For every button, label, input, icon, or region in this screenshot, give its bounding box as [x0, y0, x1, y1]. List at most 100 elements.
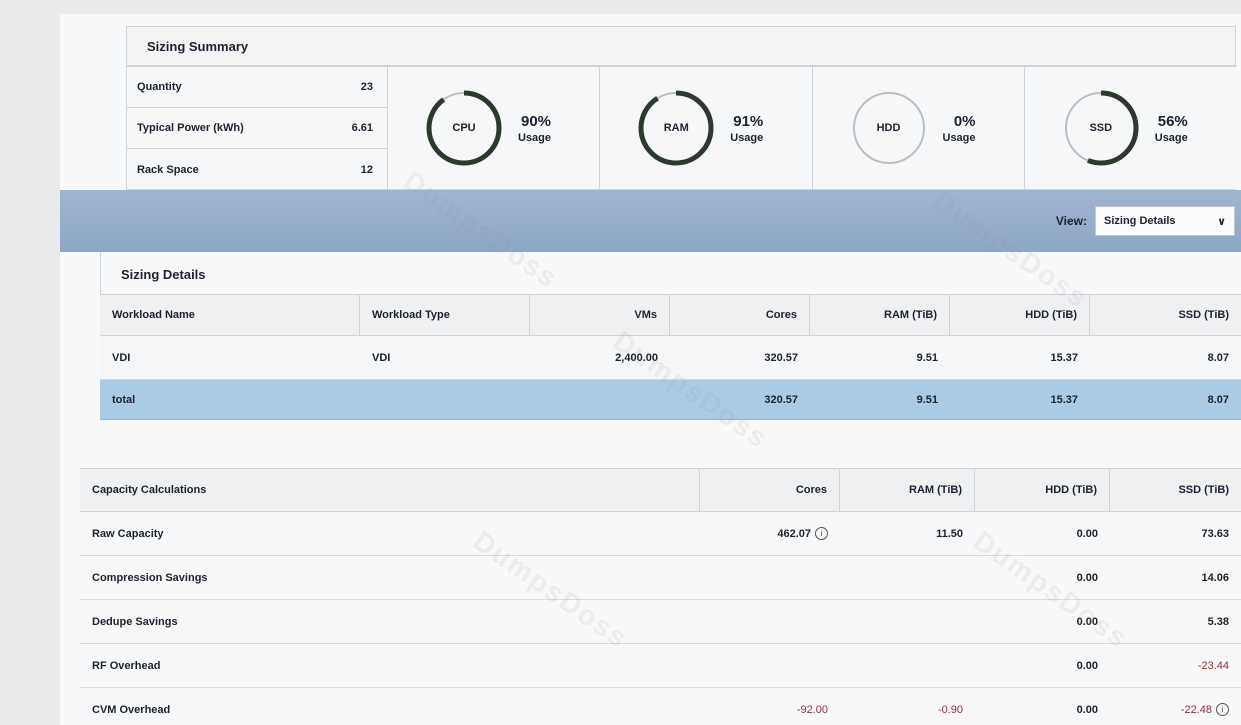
capacity-row-compression: Compression Savings 0.00 14.06	[80, 556, 1241, 600]
gauge-usage-label: Usage	[942, 131, 976, 144]
summary-stats: Quantity 23 Typical Power (kWh) 6.61 Rac…	[126, 66, 388, 190]
capacity-row-rf-overhead: RF Overhead 0.00 -23.44	[80, 644, 1241, 688]
sizer-screen: Sizing Summary Quantity 23 Typical Power…	[60, 14, 1241, 725]
usage-ring: SSD	[1061, 88, 1141, 168]
view-label: View:	[1055, 214, 1087, 228]
gauge-ssd: SSD 56% Usage	[1025, 67, 1236, 189]
total-row: total 320.57 9.51 15.37 8.07	[100, 380, 1241, 420]
capacity-row-label: Compression Savings	[92, 571, 208, 584]
usage-ring: HDD	[849, 88, 929, 168]
ssd-cell: 8.07	[1207, 351, 1229, 364]
ram-cell: 11.50	[936, 527, 963, 540]
table-row[interactable]: VDI VDI 2,400.00 320.57 9.51 15.37 8.07	[100, 336, 1241, 380]
info-icon[interactable]: i	[1216, 703, 1229, 716]
stat-label: Typical Power (kWh)	[137, 122, 244, 134]
gauge-ram: RAM 91% Usage	[600, 67, 813, 189]
capacity-row-label: Dedupe Savings	[92, 615, 178, 628]
gauge-percent: 91%	[733, 112, 764, 130]
ssd-cell: -23.44	[1197, 659, 1229, 672]
stat-label: Rack Space	[137, 163, 199, 176]
gauge-cpu: CPU 90% Usage	[388, 67, 601, 189]
gauge-name: SSD	[1089, 122, 1113, 134]
capacity-header-row: Capacity Calculations Cores RAM (TiB) HD…	[80, 468, 1241, 512]
stat-typical-power: Typical Power (kWh) 6.61	[127, 108, 387, 149]
stat-value: 6.61	[351, 122, 373, 134]
column-header[interactable]: Workload Type	[360, 295, 530, 335]
vms-cell: 2,400.00	[615, 351, 658, 364]
capacity-row-raw: Raw Capacity 462.07 i 11.50 0.00 73.63	[80, 512, 1241, 556]
total-type-cell	[360, 380, 530, 419]
column-header: SSD (TiB)	[1178, 484, 1229, 496]
gauge-usage-label: Usage	[1154, 131, 1188, 144]
ram-cell	[840, 556, 975, 599]
column-header[interactable]: SSD (TiB)	[1090, 295, 1241, 335]
total-ssd-cell: 8.07	[1207, 393, 1229, 406]
workload-type-cell: VDI	[372, 351, 391, 364]
gauge-percent: 56%	[1157, 112, 1188, 130]
column-header[interactable]: Cores	[670, 295, 810, 335]
column-header[interactable]: VMs	[530, 295, 670, 335]
gauge-usage-label: Usage	[518, 131, 552, 144]
stat-quantity: Quantity 23	[127, 67, 387, 108]
capacity-row-label: CVM Overhead	[92, 703, 171, 716]
chevron-down-icon: ∨	[1217, 215, 1226, 228]
hdd-cell: 0.00	[1076, 659, 1098, 672]
hdd-cell: 0.00	[1076, 703, 1098, 716]
hdd-cell: 0.00	[1076, 615, 1098, 628]
column-header[interactable]: RAM (TiB)	[810, 295, 950, 335]
capacity-row-cvm-overhead: CVM Overhead -92.00 -0.90 0.00 -22.48 i	[80, 688, 1241, 725]
gauge-usage-label: Usage	[730, 131, 764, 144]
column-header[interactable]: Workload Name	[100, 295, 360, 335]
sizing-summary-title: Sizing Summary	[126, 26, 1236, 66]
column-header[interactable]: HDD (TiB)	[950, 295, 1090, 335]
capacity-row-label: Raw Capacity	[92, 527, 164, 540]
total-cores-cell: 320.57	[764, 393, 798, 406]
ssd-value: -22.48	[1180, 703, 1212, 716]
view-toolbar: View: Sizing Details ∨	[60, 190, 1241, 252]
stat-value: 12	[360, 163, 373, 176]
cores-cell: 462.07 i	[700, 512, 840, 555]
view-selected-value: Sizing Details	[1104, 215, 1176, 227]
hdd-cell: 15.37	[1050, 351, 1078, 364]
column-header: RAM (TiB)	[840, 469, 975, 511]
usage-ring: CPU	[424, 88, 504, 168]
ram-cell	[840, 600, 975, 643]
stat-value: 23	[360, 81, 373, 93]
column-header: Cores	[700, 469, 840, 511]
total-vms-cell	[530, 380, 670, 419]
cores-cell: 320.57	[764, 351, 798, 364]
capacity-calculations-title: Capacity Calculations	[80, 469, 700, 511]
hdd-cell: 0.00	[1076, 571, 1098, 584]
cores-cell	[700, 556, 840, 599]
gauge-name: HDD	[876, 122, 901, 134]
ram-cell	[840, 644, 975, 687]
total-ram-cell: 9.51	[916, 393, 938, 406]
ssd-cell: 73.63	[1201, 527, 1229, 540]
total-label: total	[112, 393, 136, 406]
total-hdd-cell: 15.37	[1050, 393, 1078, 406]
stat-label: Quantity	[137, 81, 182, 93]
cores-value: 462.07	[777, 527, 811, 540]
details-header-row: Workload Name Workload Type VMs Cores RA…	[100, 294, 1241, 336]
gauge-hdd: HDD 0% Usage	[812, 67, 1025, 189]
stat-rack-space: Rack Space 12	[127, 149, 387, 190]
sizing-details-title: Sizing Details	[100, 252, 1241, 294]
cores-cell: -92.00	[796, 703, 828, 716]
cores-cell	[700, 600, 840, 643]
info-icon[interactable]: i	[815, 527, 828, 540]
usage-gauges: CPU 90% Usage RAM 91% Usage HDD 0% Usage…	[388, 66, 1236, 190]
sizing-details-section: Sizing Details Workload Name Workload Ty…	[100, 252, 1241, 420]
ssd-cell: -22.48 i	[1110, 688, 1241, 725]
cores-cell	[700, 644, 840, 687]
ssd-cell: 14.06	[1201, 571, 1229, 584]
gauge-percent: 0%	[953, 112, 976, 130]
capacity-row-dedupe: Dedupe Savings 0.00 5.38	[80, 600, 1241, 644]
hdd-cell: 0.00	[1076, 527, 1098, 540]
column-header: HDD (TiB)	[975, 469, 1110, 511]
view-select[interactable]: Sizing Details ∨	[1095, 206, 1235, 236]
gauge-name: CPU	[452, 122, 476, 134]
capacity-calculations-section: Capacity Calculations Cores RAM (TiB) HD…	[80, 468, 1241, 725]
usage-ring: RAM	[636, 88, 716, 168]
gauge-percent: 90%	[521, 112, 552, 130]
ram-cell: -0.90	[937, 703, 963, 716]
